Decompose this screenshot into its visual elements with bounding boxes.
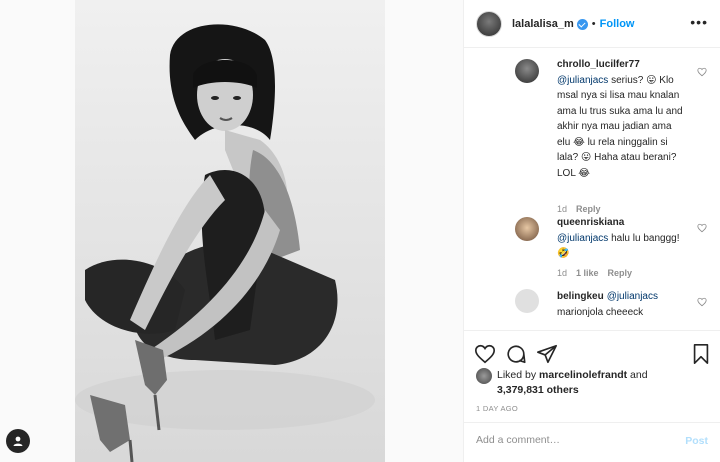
heart-icon[interactable] <box>697 67 707 77</box>
save-icon[interactable] <box>690 343 712 365</box>
heart-icon[interactable] <box>697 223 707 233</box>
likes-count[interactable]: 3,379,831 others <box>497 384 579 396</box>
likes-and: and <box>627 369 648 381</box>
comment-text: queenriskiana @julianjacs halu lu banggg… <box>557 215 685 262</box>
post-side-panel: lalalalisa_m • Follow ••• chrollo_lucilf… <box>463 0 720 462</box>
comment-mention[interactable]: @julianjacs <box>607 291 658 302</box>
liker-username[interactable]: marcelinolefrandt <box>539 369 627 381</box>
commenter-avatar[interactable] <box>515 217 539 241</box>
comment-meta: 1d Reply <box>557 204 610 214</box>
add-comment-bar: Post <box>464 422 720 462</box>
heart-icon[interactable] <box>474 343 496 365</box>
comments-list[interactable]: chrollo_lucilfer77 @julianjacs serius? 😛… <box>464 49 720 329</box>
liker-avatar[interactable] <box>476 368 492 384</box>
post-button[interactable]: Post <box>685 435 708 447</box>
post-actions: Liked by marcelinolefrandt and 3,379,831… <box>464 330 720 422</box>
comment-age: 1d <box>557 204 568 214</box>
commenter-username[interactable]: chrollo_lucilfer77 <box>557 59 640 70</box>
author-avatar[interactable] <box>476 10 502 37</box>
comment-meta: 1d 1 like Reply <box>557 268 641 278</box>
header-separator: • <box>591 17 596 30</box>
share-icon[interactable] <box>536 343 558 365</box>
follow-button[interactable]: Follow <box>600 18 635 30</box>
reply-button[interactable]: Reply <box>576 204 601 214</box>
verified-badge-icon <box>576 19 588 30</box>
comment-text: chrollo_lucilfer77 @julianjacs serius? 😛… <box>557 57 685 181</box>
comment-age: 1d <box>557 268 568 278</box>
photo-illustration <box>75 0 385 462</box>
author-username[interactable]: lalalalisa_m <box>512 18 574 30</box>
reply-button[interactable]: Reply <box>608 268 633 278</box>
commenter-username[interactable]: queenriskiana <box>557 217 624 228</box>
commenter-avatar[interactable] <box>515 289 539 313</box>
post-timestamp[interactable]: 1 DAY AGO <box>476 404 518 413</box>
comment-body: serius? 😛 Klo msal nya si lisa mau knala… <box>557 74 683 179</box>
post-header: lalalalisa_m • Follow ••• <box>464 0 720 48</box>
likes-summary: Liked by marcelinolefrandt and 3,379,831… <box>476 368 676 397</box>
likes-prefix: Liked by <box>497 369 540 381</box>
user-tag-icon[interactable] <box>6 429 30 453</box>
comment-body: marionjola cheeeck <box>557 306 644 318</box>
heart-icon[interactable] <box>697 297 707 307</box>
post-media <box>0 0 463 462</box>
more-icon[interactable]: ••• <box>690 15 708 29</box>
comment-text: belingkeu @julianjacs marionjola cheeeck <box>557 289 685 320</box>
comment-likes[interactable]: 1 like <box>576 268 599 278</box>
comment-mention[interactable]: @julianjacs <box>557 233 608 244</box>
add-comment-input[interactable] <box>476 434 666 446</box>
commenter-avatar[interactable] <box>515 59 539 83</box>
commenter-username[interactable]: belingkeu <box>557 291 604 302</box>
post-photo[interactable] <box>75 0 385 462</box>
comment-icon[interactable] <box>505 343 527 365</box>
comment-mention[interactable]: @julianjacs <box>557 75 608 86</box>
